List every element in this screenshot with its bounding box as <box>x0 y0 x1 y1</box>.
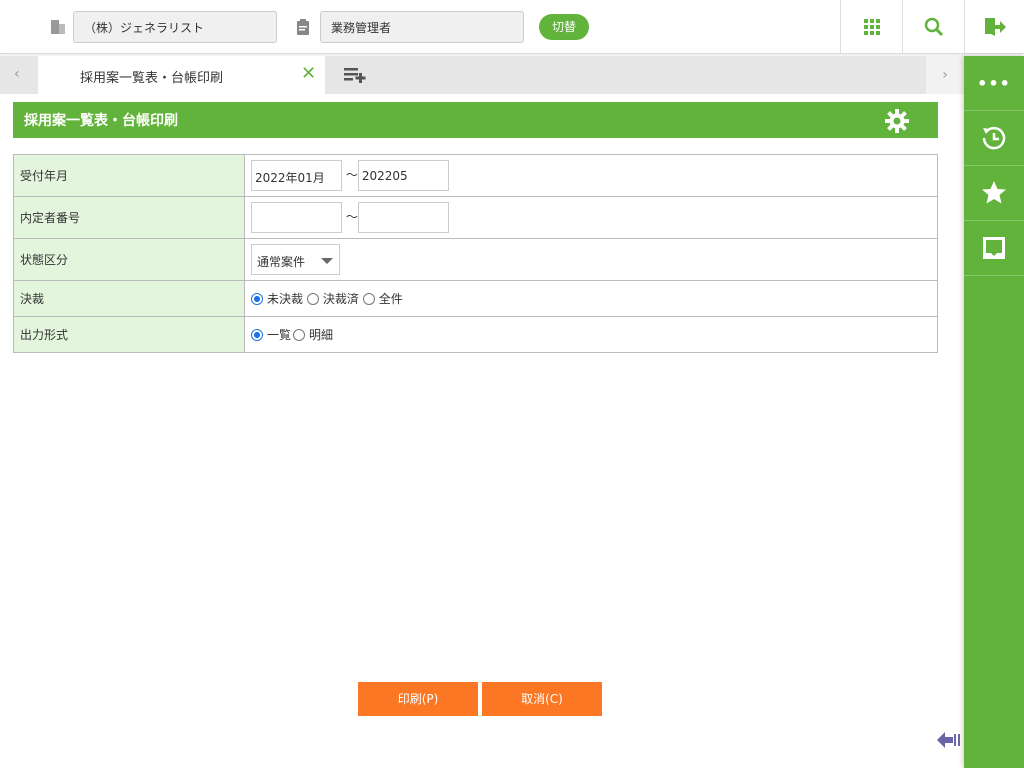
switch-button[interactable]: 切替 <box>539 14 589 40</box>
history-button[interactable] <box>964 111 1024 166</box>
form-row: 状態区分 通常案件 <box>13 238 938 281</box>
status-select[interactable]: 通常案件 <box>251 244 340 275</box>
tab-scroll-right-icon[interactable]: › <box>926 56 964 94</box>
reception-month-from-input[interactable]: 2022年01月 <box>251 160 342 191</box>
format-radio-list[interactable] <box>251 329 263 341</box>
history-icon <box>982 126 1006 150</box>
right-sidebar: ••• <box>964 56 1024 768</box>
form-row: 出力形式 一覧 明細 <box>13 316 938 353</box>
range-separator: ～ <box>345 210 358 224</box>
inbox-icon <box>983 237 1005 259</box>
page-title: 採用案一覧表・台帳印刷 <box>24 113 178 129</box>
cancel-button[interactable]: 取消(C) <box>482 682 602 716</box>
range-separator: ～ <box>345 168 358 182</box>
company-field[interactable]: （株）ジェネラリスト <box>73 11 277 43</box>
tab-bar: ‹ 採用案一覧表・台帳印刷 ✕ › <box>0 56 964 94</box>
label-offer-number: 内定者番号 <box>13 196 245 239</box>
radio-label: 未決裁 <box>267 292 304 306</box>
inbox-button[interactable] <box>964 221 1024 276</box>
label-approval: 決裁 <box>13 280 245 317</box>
label-reception-month: 受付年月 <box>13 154 245 197</box>
more-button[interactable]: ••• <box>964 56 1024 111</box>
collapse-arrow-icon[interactable] <box>936 730 962 750</box>
approval-radio-approved[interactable] <box>306 293 319 305</box>
favorites-button[interactable] <box>964 166 1024 221</box>
gear-icon[interactable] <box>885 109 909 133</box>
reception-month-to-input[interactable]: 202205 <box>357 160 449 191</box>
star-icon <box>982 181 1006 204</box>
format-radio-detail[interactable] <box>293 329 306 341</box>
offer-number-to-input[interactable] <box>357 202 449 233</box>
more-icon: ••• <box>977 73 1011 93</box>
search-form: 受付年月 2022年01月 ～ 202205 内定者番号 ～ 状態区分 通常案件 … <box>13 154 938 353</box>
tab-scroll-left-icon[interactable]: ‹ <box>14 66 20 82</box>
top-bar: （株）ジェネラリスト 業務管理者 切替 <box>0 0 1024 54</box>
approval-radio-pending[interactable] <box>251 293 263 305</box>
logout-icon <box>984 18 1006 36</box>
radio-label: 決裁済 <box>322 292 359 306</box>
close-tab-icon[interactable]: ✕ <box>301 63 316 84</box>
page-header: 採用案一覧表・台帳印刷 <box>13 102 938 138</box>
form-row: 決裁 未決裁 決裁済 全件 <box>13 280 938 317</box>
form-row: 内定者番号 ～ <box>13 196 938 239</box>
tab-item[interactable]: 採用案一覧表・台帳印刷 ✕ <box>38 56 325 94</box>
search-button[interactable] <box>902 0 964 54</box>
radio-label: 明細 <box>309 328 334 342</box>
search-icon <box>924 17 943 37</box>
radio-label: 全件 <box>378 292 403 306</box>
print-button[interactable]: 印刷(P) <box>358 682 478 716</box>
grid-icon <box>863 19 880 35</box>
approval-radio-all[interactable] <box>362 293 375 305</box>
form-row: 受付年月 2022年01月 ～ 202205 <box>13 154 938 197</box>
add-tab-icon[interactable] <box>344 67 368 83</box>
building-icon <box>51 20 65 34</box>
radio-label: 一覧 <box>267 328 292 342</box>
label-status: 状態区分 <box>13 238 245 281</box>
role-field[interactable]: 業務管理者 <box>320 11 524 43</box>
clipboard-icon <box>297 19 309 35</box>
apps-button[interactable] <box>840 0 902 54</box>
label-output-format: 出力形式 <box>13 316 245 353</box>
tab-label: 採用案一覧表・台帳印刷 <box>80 71 224 86</box>
logout-button[interactable] <box>964 0 1024 54</box>
offer-number-from-input[interactable] <box>251 202 342 233</box>
